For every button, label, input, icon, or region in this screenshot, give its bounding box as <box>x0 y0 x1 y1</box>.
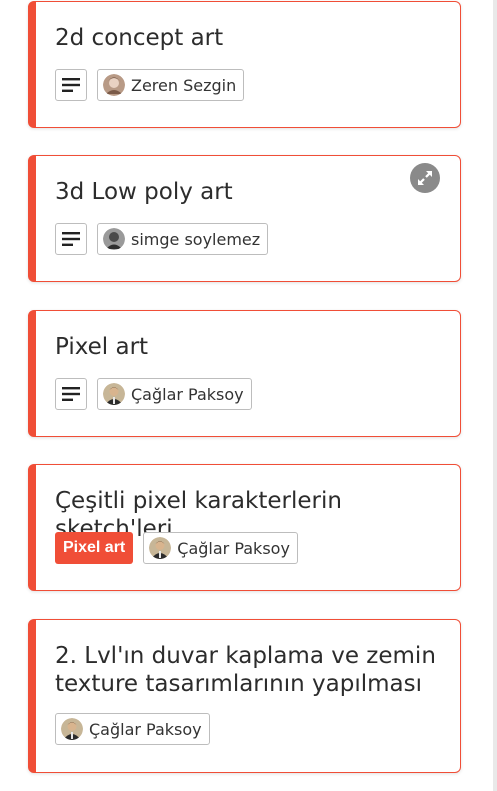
member-name: Çağlar Paksoy <box>131 384 244 404</box>
card-3d-low-poly-art[interactable]: 3d Low poly art simge soylemez <box>28 155 461 282</box>
member-chip[interactable]: Zeren Sezgin <box>97 69 245 101</box>
member-chip[interactable]: Çağlar Paksoy <box>97 378 252 410</box>
avatar <box>103 228 125 250</box>
card-pixel-art[interactable]: Pixel art Çağlar Paksoy <box>28 310 461 437</box>
member-name: Çağlar Paksoy <box>89 719 202 739</box>
description-icon <box>55 223 87 255</box>
member-name: Çağlar Paksoy <box>177 538 290 558</box>
member-chip[interactable]: simge soylemez <box>97 223 269 255</box>
label-pixel-art[interactable]: Pixel art <box>55 532 134 564</box>
member-name: simge soylemez <box>131 229 261 249</box>
card-title: 3d Low poly art <box>55 179 233 205</box>
avatar <box>103 74 125 96</box>
card-title: Pixel art <box>55 334 149 360</box>
member-chip[interactable]: Çağlar Paksoy <box>55 713 210 745</box>
member-chip[interactable]: Çağlar Paksoy <box>143 532 298 564</box>
description-icon <box>55 69 87 101</box>
card-title: 2d concept art <box>55 25 224 51</box>
card-title: 2. Lvl'ın duvar kaplama ve zemin texture… <box>55 643 436 697</box>
card-pixel-character-sketches[interactable]: Çeşitli pixel karakterlerin sketch'leri … <box>28 464 461 591</box>
card-level-2-wall-floor-textures[interactable]: 2. Lvl'ın duvar kaplama ve zemin texture… <box>28 619 461 773</box>
card-2d-concept-art[interactable]: 2d concept art Zeren Sezgin <box>28 1 461 128</box>
scrollbar-track[interactable] <box>493 0 497 791</box>
avatar <box>103 383 125 405</box>
avatar <box>61 718 83 740</box>
avatar <box>149 537 172 559</box>
member-name: Zeren Sezgin <box>131 75 237 95</box>
description-icon <box>55 378 87 410</box>
